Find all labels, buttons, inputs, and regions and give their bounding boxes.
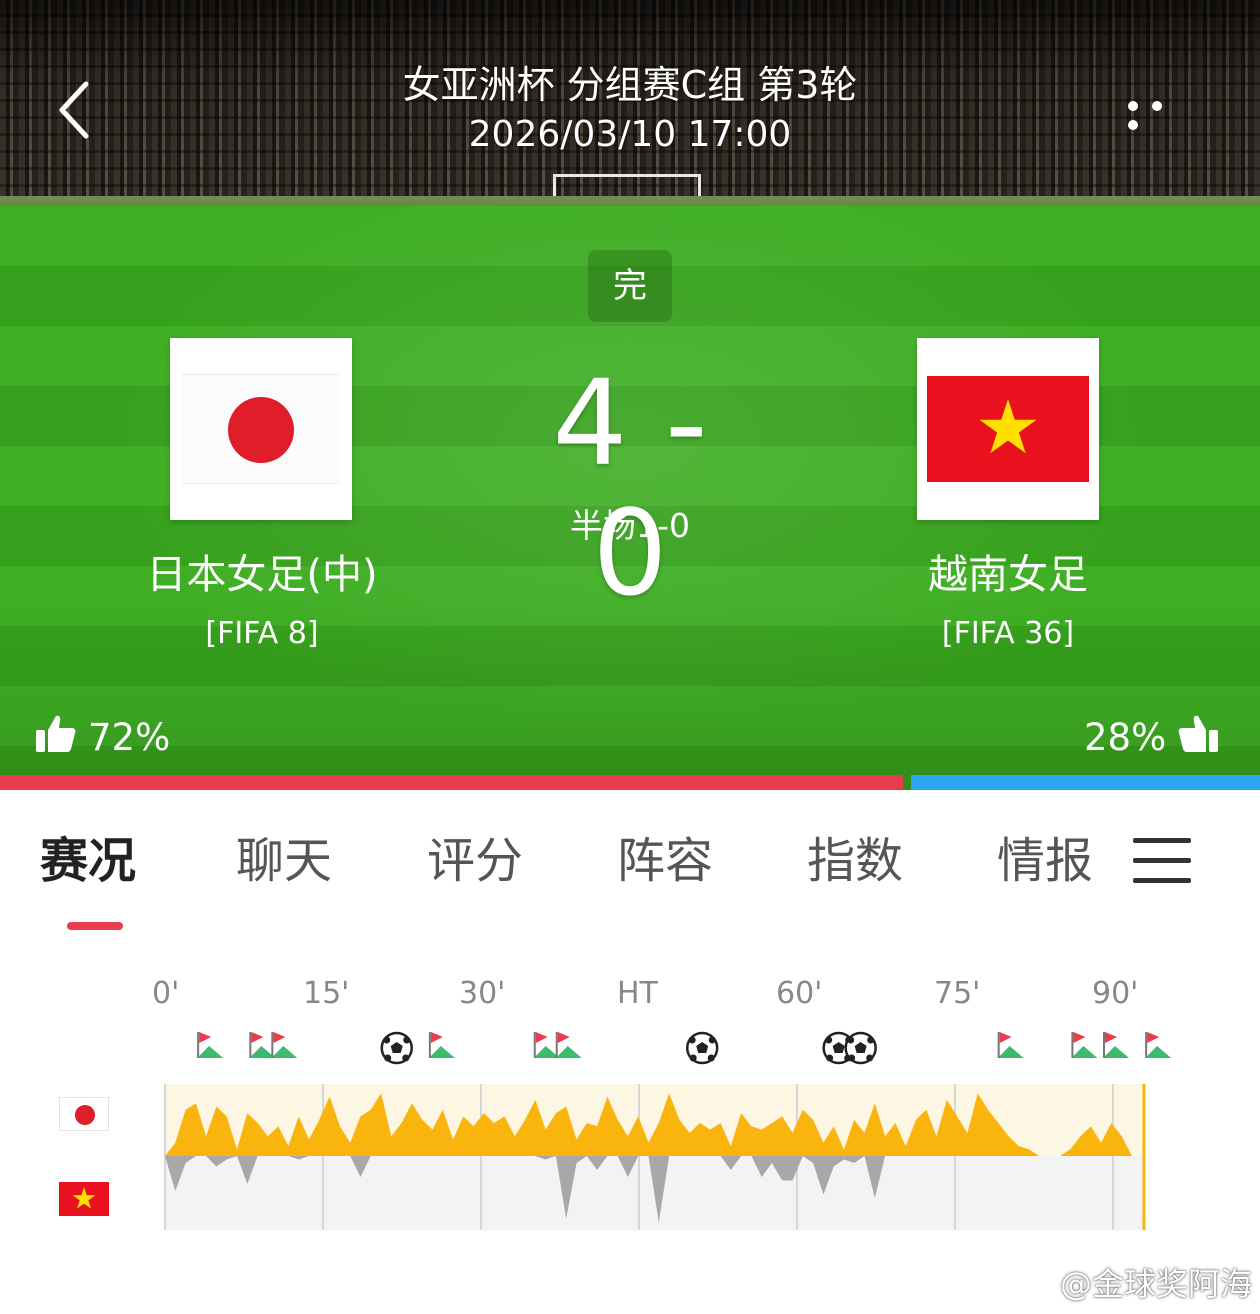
thumbs-up-icon — [1178, 715, 1219, 752]
vietnam-flag-icon — [927, 376, 1089, 482]
goal-ball-icon — [380, 1031, 413, 1065]
tab-ratings[interactable]: 评分 — [427, 826, 523, 896]
japan-flag-icon — [59, 1097, 109, 1131]
corner-flag-icon — [555, 1032, 582, 1058]
corner-flag-icon — [197, 1032, 224, 1058]
away-team-rank: [FIFA 36] — [941, 616, 1075, 651]
corner-flag-icon — [1071, 1032, 1098, 1058]
away-support-fill — [911, 775, 1260, 790]
match-status-badge: 完 — [588, 250, 672, 322]
final-score: 4 - 0 — [500, 358, 760, 618]
more-dots-icon — [1128, 101, 1138, 111]
home-score: 4 — [552, 354, 628, 492]
watermark: @金球奖阿海 — [1059, 1265, 1252, 1303]
support-ratio-bar — [0, 775, 1260, 790]
home-team-rank: [FIFA 8] — [205, 616, 319, 651]
away-support-button[interactable]: 28% — [1084, 712, 1220, 760]
tab-chat[interactable]: 聊天 — [236, 826, 332, 896]
halftime-score: 半场1-0 — [570, 506, 690, 545]
tab-intel[interactable]: 情报 — [997, 826, 1093, 896]
away-team-flag[interactable] — [917, 338, 1099, 520]
home-support-fill — [0, 775, 903, 790]
active-tab-indicator — [67, 922, 123, 930]
home-team-flag[interactable] — [170, 338, 352, 520]
match-momentum-timeline: 0' 15' 30' HT 60' 75' 90' — [0, 960, 1260, 1250]
home-support-button[interactable]: 72% — [34, 712, 170, 760]
hamburger-menu-icon[interactable] — [1133, 838, 1191, 884]
match-tabs: 赛况 聊天 评分 阵容 指数 情报 — [0, 790, 1260, 940]
more-button[interactable] — [1128, 96, 1198, 130]
corner-flag-icon — [428, 1032, 455, 1058]
match-header-hero: 女亚洲杯 分组赛C组 第3轮 2026/03/10 17:00 完 4 - 0 … — [0, 0, 1260, 790]
tab-live[interactable]: 赛况 — [40, 826, 136, 896]
away-team-name[interactable]: 越南女足 — [838, 548, 1178, 602]
match-datetime: 2026/03/10 17:00 — [468, 114, 792, 155]
away-support-percent: 28% — [1084, 716, 1167, 759]
tab-odds[interactable]: 指数 — [807, 826, 903, 896]
score-separator: - — [665, 354, 708, 492]
japan-flag-icon — [182, 374, 340, 484]
goal-ball-icon — [844, 1031, 877, 1065]
tab-lineup[interactable]: 阵容 — [617, 826, 713, 896]
home-support-percent: 72% — [88, 716, 171, 759]
competition-title: 女亚洲杯 分组赛C组 第3轮 — [402, 63, 858, 107]
thumbs-up-icon — [36, 715, 76, 752]
home-team-name[interactable]: 日本女足(中) — [92, 548, 432, 602]
momentum-chart — [164, 1031, 1172, 1230]
corner-flag-icon — [997, 1032, 1024, 1058]
vietnam-flag-icon — [59, 1182, 109, 1216]
corner-flag-icon — [271, 1032, 298, 1058]
goal-ball-icon — [685, 1031, 719, 1065]
corner-flag-icon — [1103, 1032, 1129, 1058]
corner-flag-icon — [1145, 1032, 1172, 1058]
